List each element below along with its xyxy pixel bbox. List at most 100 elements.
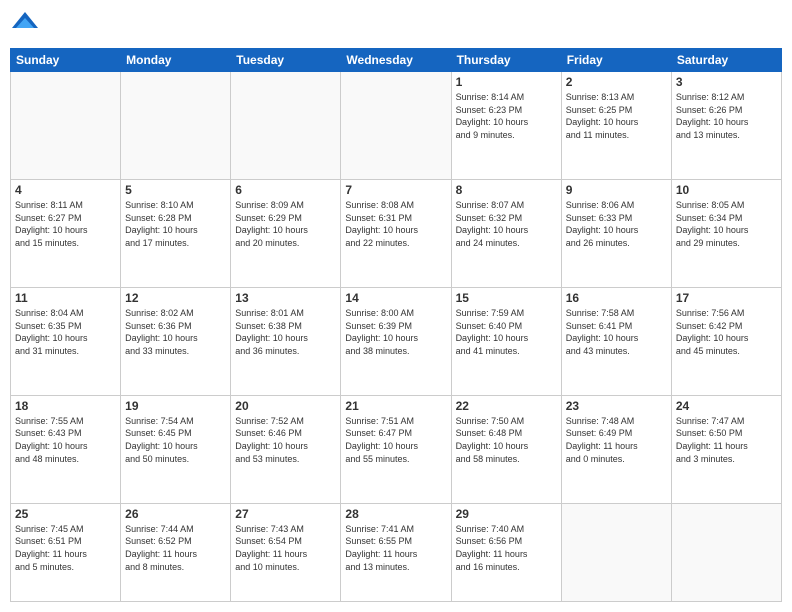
day-cell: 10 Sunrise: 8:05 AM Sunset: 6:34 PM Dayli… [671,179,781,287]
day-number: 12 [125,291,226,305]
day-number: 17 [676,291,777,305]
day-number: 16 [566,291,667,305]
day-cell [11,72,121,180]
day-number: 6 [235,183,336,197]
day-cell: 7 Sunrise: 8:08 AM Sunset: 6:31 PM Daylig… [341,179,451,287]
day-number: 15 [456,291,557,305]
day-number: 26 [125,507,226,521]
day-info: Sunrise: 8:13 AM Sunset: 6:25 PM Dayligh… [566,91,667,141]
day-info: Sunrise: 8:02 AM Sunset: 6:36 PM Dayligh… [125,307,226,357]
day-cell: 19 Sunrise: 7:54 AM Sunset: 6:45 PM Dayli… [121,395,231,503]
day-cell [341,72,451,180]
day-cell: 26 Sunrise: 7:44 AM Sunset: 6:52 PM Dayli… [121,503,231,601]
day-cell: 28 Sunrise: 7:41 AM Sunset: 6:55 PM Dayli… [341,503,451,601]
week-row-5: 25 Sunrise: 7:45 AM Sunset: 6:51 PM Dayli… [11,503,782,601]
day-info: Sunrise: 8:09 AM Sunset: 6:29 PM Dayligh… [235,199,336,249]
header [10,10,782,40]
day-number: 4 [15,183,116,197]
day-cell: 23 Sunrise: 7:48 AM Sunset: 6:49 PM Dayli… [561,395,671,503]
day-cell: 13 Sunrise: 8:01 AM Sunset: 6:38 PM Dayli… [231,287,341,395]
day-cell: 11 Sunrise: 8:04 AM Sunset: 6:35 PM Dayli… [11,287,121,395]
day-cell: 29Sunrise: 7:40 AM Sunset: 6:56 PM Dayli… [451,503,561,601]
day-number: 20 [235,399,336,413]
day-number: 23 [566,399,667,413]
day-info: Sunrise: 7:41 AM Sunset: 6:55 PM Dayligh… [345,523,446,573]
day-number: 9 [566,183,667,197]
day-number: 13 [235,291,336,305]
day-cell: 1 Sunrise: 8:14 AM Sunset: 6:23 PM Daylig… [451,72,561,180]
logo [10,10,44,40]
day-info: Sunrise: 7:54 AM Sunset: 6:45 PM Dayligh… [125,415,226,465]
day-number: 28 [345,507,446,521]
day-cell: 17 Sunrise: 7:56 AM Sunset: 6:42 PM Dayli… [671,287,781,395]
day-number: 24 [676,399,777,413]
day-number: 5 [125,183,226,197]
day-number: 3 [676,75,777,89]
day-cell: 22Sunrise: 7:50 AM Sunset: 6:48 PM Dayli… [451,395,561,503]
day-number: 21 [345,399,446,413]
weekday-header-monday: Monday [121,49,231,72]
day-cell: 24 Sunrise: 7:47 AM Sunset: 6:50 PM Dayli… [671,395,781,503]
weekday-header-friday: Friday [561,49,671,72]
day-cell: 8 Sunrise: 8:07 AM Sunset: 6:32 PM Daylig… [451,179,561,287]
day-number: 10 [676,183,777,197]
day-cell: 25 Sunrise: 7:45 AM Sunset: 6:51 PM Dayli… [11,503,121,601]
day-cell: 6 Sunrise: 8:09 AM Sunset: 6:29 PM Daylig… [231,179,341,287]
day-number: 14 [345,291,446,305]
week-row-1: 1 Sunrise: 8:14 AM Sunset: 6:23 PM Daylig… [11,72,782,180]
week-row-4: 18 Sunrise: 7:55 AM Sunset: 6:43 PM Dayli… [11,395,782,503]
day-info: Sunrise: 7:47 AM Sunset: 6:50 PM Dayligh… [676,415,777,465]
day-cell: 20Sunrise: 7:52 AM Sunset: 6:46 PM Dayli… [231,395,341,503]
day-cell: 16 Sunrise: 7:58 AM Sunset: 6:41 PM Dayli… [561,287,671,395]
day-info: Sunrise: 7:50 AM Sunset: 6:48 PM Dayligh… [456,415,557,465]
day-cell [121,72,231,180]
day-cell: 2 Sunrise: 8:13 AM Sunset: 6:25 PM Daylig… [561,72,671,180]
day-number: 25 [15,507,116,521]
day-info: Sunrise: 7:58 AM Sunset: 6:41 PM Dayligh… [566,307,667,357]
day-number: 1 [456,75,557,89]
weekday-header-thursday: Thursday [451,49,561,72]
weekday-header-wednesday: Wednesday [341,49,451,72]
day-info: Sunrise: 7:43 AM Sunset: 6:54 PM Dayligh… [235,523,336,573]
day-info: Sunrise: 8:01 AM Sunset: 6:38 PM Dayligh… [235,307,336,357]
day-info: Sunrise: 7:56 AM Sunset: 6:42 PM Dayligh… [676,307,777,357]
weekday-header-sunday: Sunday [11,49,121,72]
day-info: Sunrise: 7:55 AM Sunset: 6:43 PM Dayligh… [15,415,116,465]
day-cell: 15Sunrise: 7:59 AM Sunset: 6:40 PM Dayli… [451,287,561,395]
weekday-header-saturday: Saturday [671,49,781,72]
day-number: 8 [456,183,557,197]
day-info: Sunrise: 7:45 AM Sunset: 6:51 PM Dayligh… [15,523,116,573]
day-number: 27 [235,507,336,521]
page: SundayMondayTuesdayWednesdayThursdayFrid… [0,0,792,612]
day-cell: 18 Sunrise: 7:55 AM Sunset: 6:43 PM Dayli… [11,395,121,503]
day-info: Sunrise: 7:44 AM Sunset: 6:52 PM Dayligh… [125,523,226,573]
day-info: Sunrise: 8:12 AM Sunset: 6:26 PM Dayligh… [676,91,777,141]
week-row-2: 4 Sunrise: 8:11 AM Sunset: 6:27 PM Daylig… [11,179,782,287]
day-info: Sunrise: 8:08 AM Sunset: 6:31 PM Dayligh… [345,199,446,249]
day-number: 18 [15,399,116,413]
day-cell: 4 Sunrise: 8:11 AM Sunset: 6:27 PM Daylig… [11,179,121,287]
weekday-header-tuesday: Tuesday [231,49,341,72]
logo-icon [10,10,40,40]
week-row-3: 11 Sunrise: 8:04 AM Sunset: 6:35 PM Dayli… [11,287,782,395]
day-cell [561,503,671,601]
day-info: Sunrise: 8:10 AM Sunset: 6:28 PM Dayligh… [125,199,226,249]
day-number: 19 [125,399,226,413]
day-info: Sunrise: 8:07 AM Sunset: 6:32 PM Dayligh… [456,199,557,249]
day-info: Sunrise: 8:14 AM Sunset: 6:23 PM Dayligh… [456,91,557,141]
day-cell: 12 Sunrise: 8:02 AM Sunset: 6:36 PM Dayli… [121,287,231,395]
day-cell: 5 Sunrise: 8:10 AM Sunset: 6:28 PM Daylig… [121,179,231,287]
day-number: 2 [566,75,667,89]
day-cell: 9Sunrise: 8:06 AM Sunset: 6:33 PM Daylig… [561,179,671,287]
day-info: Sunrise: 8:04 AM Sunset: 6:35 PM Dayligh… [15,307,116,357]
day-cell: 21 Sunrise: 7:51 AM Sunset: 6:47 PM Dayli… [341,395,451,503]
day-cell: 3 Sunrise: 8:12 AM Sunset: 6:26 PM Daylig… [671,72,781,180]
day-number: 11 [15,291,116,305]
day-number: 7 [345,183,446,197]
day-number: 29 [456,507,557,521]
day-info: Sunrise: 7:51 AM Sunset: 6:47 PM Dayligh… [345,415,446,465]
day-info: Sunrise: 7:48 AM Sunset: 6:49 PM Dayligh… [566,415,667,465]
day-info: Sunrise: 8:05 AM Sunset: 6:34 PM Dayligh… [676,199,777,249]
day-info: Sunrise: 8:11 AM Sunset: 6:27 PM Dayligh… [15,199,116,249]
day-cell [231,72,341,180]
